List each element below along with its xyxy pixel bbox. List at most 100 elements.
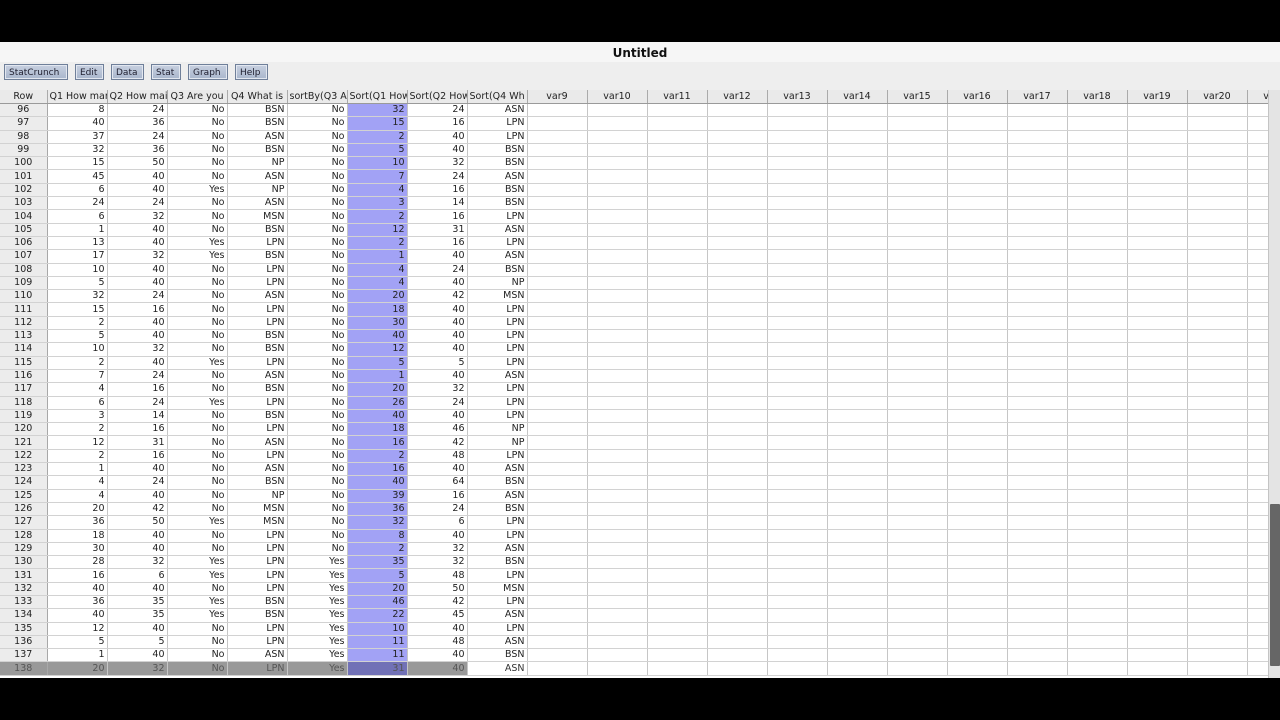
empty-cell[interactable] (767, 263, 828, 277)
data-cell[interactable]: No (167, 289, 228, 304)
column-header[interactable]: Sort(Q2 How (407, 90, 468, 104)
empty-cell[interactable] (1187, 409, 1248, 424)
empty-cell[interactable] (827, 130, 888, 144)
empty-cell[interactable] (1247, 435, 1268, 450)
data-cell[interactable]: No (287, 422, 348, 437)
empty-cell[interactable] (527, 661, 588, 676)
empty-cell[interactable] (1247, 209, 1268, 224)
empty-cell[interactable] (1007, 595, 1068, 610)
empty-cell[interactable] (647, 648, 708, 663)
empty-cell[interactable] (767, 143, 828, 158)
data-cell[interactable]: 16 (407, 116, 468, 131)
data-cell[interactable]: 40 (107, 263, 168, 277)
selected-cell[interactable]: 2 (347, 542, 408, 557)
data-cell[interactable]: No (167, 502, 228, 517)
empty-cell[interactable] (647, 289, 708, 304)
data-cell[interactable]: LPN (227, 582, 288, 596)
row-number[interactable]: 130 (0, 555, 48, 570)
data-cell[interactable]: No (287, 529, 348, 543)
data-cell[interactable]: Yes (167, 515, 228, 530)
empty-cell[interactable] (587, 502, 648, 517)
empty-cell[interactable] (767, 356, 828, 370)
empty-cell[interactable] (1067, 435, 1128, 450)
empty-cell[interactable] (647, 449, 708, 464)
empty-cell[interactable] (1187, 130, 1248, 144)
data-cell[interactable]: LPN (467, 236, 528, 251)
empty-cell[interactable] (887, 209, 948, 224)
empty-cell[interactable] (1007, 130, 1068, 144)
data-cell[interactable]: 40 (107, 183, 168, 198)
empty-cell[interactable] (1187, 529, 1248, 543)
column-header[interactable]: sortBy(Q3 A (287, 90, 348, 104)
data-cell[interactable]: Yes (167, 183, 228, 198)
data-cell[interactable]: No (167, 342, 228, 357)
empty-cell[interactable] (707, 555, 768, 570)
data-cell[interactable]: 20 (47, 502, 108, 517)
empty-cell[interactable] (1187, 329, 1248, 344)
empty-cell[interactable] (827, 475, 888, 490)
empty-cell[interactable] (1007, 302, 1068, 317)
data-cell[interactable]: Yes (167, 595, 228, 610)
empty-cell[interactable] (827, 608, 888, 623)
data-cell[interactable]: No (167, 542, 228, 557)
empty-cell[interactable] (767, 289, 828, 304)
empty-cell[interactable] (527, 608, 588, 623)
row-number[interactable]: 132 (0, 582, 48, 596)
data-cell[interactable]: LPN (227, 622, 288, 636)
empty-cell[interactable] (527, 462, 588, 477)
empty-cell[interactable] (767, 276, 828, 291)
empty-cell[interactable] (887, 249, 948, 264)
empty-cell[interactable] (827, 169, 888, 184)
row-number[interactable]: 102 (0, 183, 48, 198)
empty-cell[interactable] (767, 475, 828, 490)
empty-cell[interactable] (1007, 529, 1068, 543)
empty-cell[interactable] (1247, 249, 1268, 264)
empty-cell[interactable] (1187, 435, 1248, 450)
empty-cell[interactable] (647, 568, 708, 583)
empty-cell[interactable] (707, 316, 768, 331)
empty-cell[interactable] (707, 130, 768, 144)
selected-cell[interactable]: 11 (347, 648, 408, 663)
data-cell[interactable]: No (167, 409, 228, 424)
empty-cell[interactable] (647, 356, 708, 370)
row-number[interactable]: 118 (0, 396, 48, 410)
data-cell[interactable]: No (287, 515, 348, 530)
data-cell[interactable]: No (167, 263, 228, 277)
empty-cell[interactable] (587, 396, 648, 410)
data-cell[interactable]: BSN (227, 116, 288, 131)
empty-cell[interactable] (947, 183, 1008, 198)
empty-cell[interactable] (887, 515, 948, 530)
row-number[interactable]: 112 (0, 316, 48, 331)
empty-cell[interactable] (1247, 329, 1268, 344)
data-cell[interactable]: LPN (467, 316, 528, 331)
row-number[interactable]: 116 (0, 369, 48, 384)
empty-cell[interactable] (767, 542, 828, 557)
empty-cell[interactable] (527, 329, 588, 344)
selected-cell[interactable]: 26 (347, 396, 408, 410)
data-cell[interactable]: 40 (407, 622, 468, 636)
empty-cell[interactable] (587, 435, 648, 450)
empty-cell[interactable] (1187, 183, 1248, 198)
empty-cell[interactable] (527, 276, 588, 291)
data-cell[interactable]: ASN (467, 369, 528, 384)
empty-cell[interactable] (947, 489, 1008, 503)
empty-cell[interactable] (887, 382, 948, 397)
empty-cell[interactable] (707, 289, 768, 304)
empty-cell[interactable] (1067, 276, 1128, 291)
empty-cell[interactable] (827, 555, 888, 570)
data-cell[interactable]: NP (227, 183, 288, 198)
data-cell[interactable]: 32 (407, 156, 468, 171)
empty-cell[interactable] (1247, 449, 1268, 464)
empty-cell[interactable] (1127, 382, 1188, 397)
data-cell[interactable]: 16 (107, 449, 168, 464)
empty-cell[interactable] (707, 462, 768, 477)
empty-cell[interactable] (1127, 595, 1188, 610)
data-cell[interactable]: ASN (227, 648, 288, 663)
empty-cell[interactable] (767, 635, 828, 650)
empty-cell[interactable] (1127, 635, 1188, 650)
empty-cell[interactable] (587, 568, 648, 583)
data-cell[interactable]: 14 (107, 409, 168, 424)
data-cell[interactable]: 16 (107, 302, 168, 317)
empty-cell[interactable] (887, 103, 948, 118)
empty-cell[interactable] (707, 196, 768, 211)
